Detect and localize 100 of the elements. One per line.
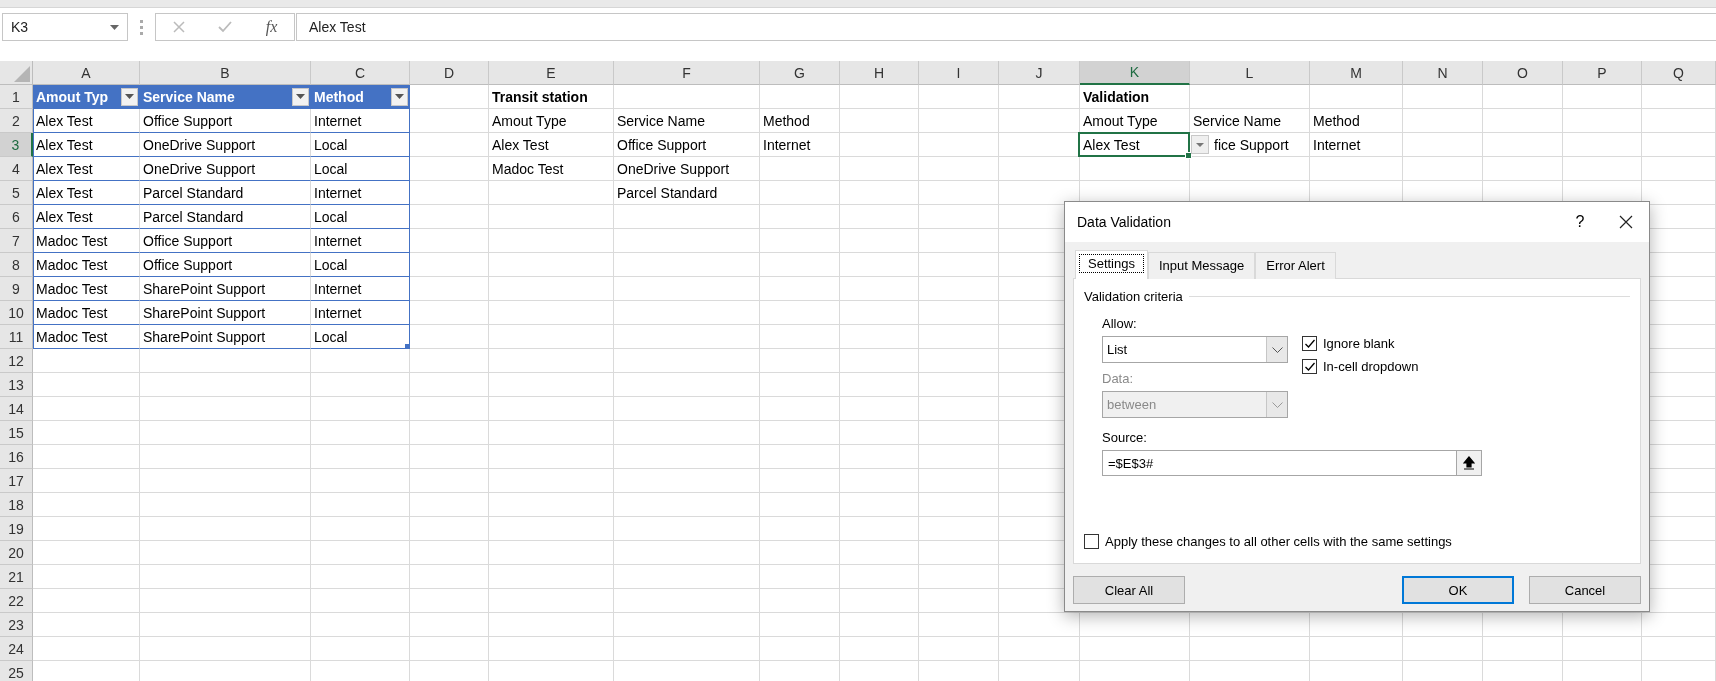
row-header[interactable]: 6 bbox=[0, 205, 33, 229]
column-header[interactable]: I bbox=[919, 61, 999, 85]
dialog-title: Data Validation bbox=[1077, 214, 1172, 230]
drag-handle-icon[interactable] bbox=[140, 19, 143, 35]
tab[interactable]: Input Message bbox=[1148, 252, 1256, 279]
table-cell: Internet bbox=[311, 109, 410, 133]
table-resize-handle[interactable] bbox=[405, 344, 410, 349]
table-cell: Internet bbox=[311, 301, 410, 325]
column-header[interactable]: M bbox=[1310, 61, 1403, 85]
row-header[interactable]: 24 bbox=[0, 637, 33, 661]
column-header[interactable]: D bbox=[410, 61, 489, 85]
row-header[interactable]: 1 bbox=[0, 85, 33, 109]
table-cell: Alex Test bbox=[33, 205, 140, 229]
table-cell-text: OneDrive Support bbox=[616, 159, 731, 179]
table-cell-text: Internet bbox=[1312, 135, 1362, 155]
table-cell: Office Support bbox=[140, 229, 311, 253]
table-cell-text: Validation bbox=[1082, 87, 1151, 107]
table-cell-text: Amout Type bbox=[491, 111, 568, 131]
help-button[interactable]: ? bbox=[1557, 202, 1603, 242]
row-header[interactable]: 25 bbox=[0, 661, 33, 681]
dropdown-arrow-icon bbox=[125, 94, 134, 99]
row-header[interactable]: 7 bbox=[0, 229, 33, 253]
checkmark-icon[interactable] bbox=[218, 21, 233, 33]
up-arrow-icon bbox=[1463, 456, 1475, 470]
checkbox[interactable] bbox=[1302, 336, 1317, 351]
row-header[interactable]: 4 bbox=[0, 157, 33, 181]
row-header[interactable]: 12 bbox=[0, 349, 33, 373]
fill-handle[interactable] bbox=[1185, 152, 1192, 159]
filter-button[interactable] bbox=[292, 87, 309, 106]
table-cell-text: Amout Type bbox=[1082, 111, 1159, 131]
row-header[interactable]: 5 bbox=[0, 181, 33, 205]
table-cell-text: Parcel Standard bbox=[616, 183, 719, 203]
row-header[interactable]: 14 bbox=[0, 397, 33, 421]
checkbox-label: Ignore blank bbox=[1323, 336, 1395, 351]
row-header[interactable]: 3 bbox=[0, 133, 33, 157]
column-header[interactable]: Q bbox=[1642, 61, 1716, 85]
column-header[interactable]: E bbox=[489, 61, 614, 85]
corner-triangle-icon bbox=[14, 66, 30, 82]
formula-field[interactable]: Alex Test bbox=[296, 13, 1716, 41]
row-header[interactable]: 9 bbox=[0, 277, 33, 301]
column-header[interactable]: F bbox=[614, 61, 760, 85]
insert-function-button[interactable]: fx bbox=[265, 18, 278, 36]
table-cell: Internet bbox=[311, 277, 410, 301]
column-header[interactable]: B bbox=[140, 61, 311, 85]
checkbox[interactable] bbox=[1302, 359, 1317, 374]
table-cell: Alex Test bbox=[33, 133, 140, 157]
row-header[interactable]: 10 bbox=[0, 301, 33, 325]
table-cell: Alex Test bbox=[33, 181, 140, 205]
filter-button[interactable] bbox=[391, 87, 408, 106]
table-cell: Office Support bbox=[140, 253, 311, 277]
row-header[interactable]: 11 bbox=[0, 325, 33, 349]
row-header[interactable]: 8 bbox=[0, 253, 33, 277]
row-header[interactable]: 22 bbox=[0, 589, 33, 613]
table-cell: Parcel Standard bbox=[140, 205, 311, 229]
dropdown-field[interactable]: List bbox=[1102, 336, 1288, 363]
row-header[interactable]: 17 bbox=[0, 469, 33, 493]
column-header[interactable]: C bbox=[311, 61, 410, 85]
table-cell: Local bbox=[311, 205, 410, 229]
row-header[interactable]: 23 bbox=[0, 613, 33, 637]
dropdown-button[interactable] bbox=[1191, 135, 1209, 154]
field-label: Data: bbox=[1102, 371, 1135, 386]
column-header[interactable]: P bbox=[1563, 61, 1642, 85]
row-header[interactable]: 2 bbox=[0, 109, 33, 133]
filter-button[interactable] bbox=[121, 87, 138, 106]
row-header[interactable]: 20 bbox=[0, 541, 33, 565]
tab[interactable]: Error Alert bbox=[1255, 252, 1336, 279]
column-header[interactable]: O bbox=[1483, 61, 1563, 85]
name-box[interactable]: K3 bbox=[2, 13, 128, 41]
column-header[interactable]: J bbox=[999, 61, 1080, 85]
column-header[interactable]: H bbox=[840, 61, 919, 85]
table-cell-text: Method bbox=[1312, 111, 1361, 131]
dropdown-arrow-icon bbox=[395, 94, 404, 99]
column-header[interactable]: G bbox=[760, 61, 840, 85]
column-header[interactable]: K bbox=[1080, 61, 1190, 85]
source-field[interactable]: =$E$3# bbox=[1102, 450, 1456, 476]
dialog-button[interactable]: OK bbox=[1402, 576, 1514, 604]
checkbox[interactable] bbox=[1084, 534, 1099, 549]
table-cell-text: Office Support bbox=[616, 135, 708, 155]
table-cell: Local bbox=[311, 325, 410, 349]
column-header[interactable]: A bbox=[33, 61, 140, 85]
row-header[interactable]: 21 bbox=[0, 565, 33, 589]
column-header[interactable]: L bbox=[1190, 61, 1310, 85]
dialog-button[interactable]: Cancel bbox=[1529, 576, 1641, 604]
row-header[interactable]: 15 bbox=[0, 421, 33, 445]
table-cell: OneDrive Support bbox=[140, 157, 311, 181]
dialog-button[interactable]: Clear All bbox=[1073, 576, 1185, 604]
row-header[interactable]: 16 bbox=[0, 445, 33, 469]
table-cell: Internet bbox=[311, 229, 410, 253]
collapse-button[interactable] bbox=[1456, 450, 1482, 476]
table-cell: Alex Test bbox=[33, 157, 140, 181]
row-header[interactable]: 13 bbox=[0, 373, 33, 397]
dropdown-arrow-icon bbox=[296, 94, 305, 99]
table-cell: SharePoint Support bbox=[140, 325, 311, 349]
row-header[interactable]: 19 bbox=[0, 517, 33, 541]
column-header[interactable]: N bbox=[1403, 61, 1483, 85]
field-label: Source: bbox=[1102, 430, 1147, 445]
row-header[interactable]: 18 bbox=[0, 493, 33, 517]
table-cell: Madoc Test bbox=[33, 325, 140, 349]
column-title: Service Name bbox=[143, 88, 235, 105]
tab[interactable]: Settings bbox=[1075, 250, 1148, 279]
